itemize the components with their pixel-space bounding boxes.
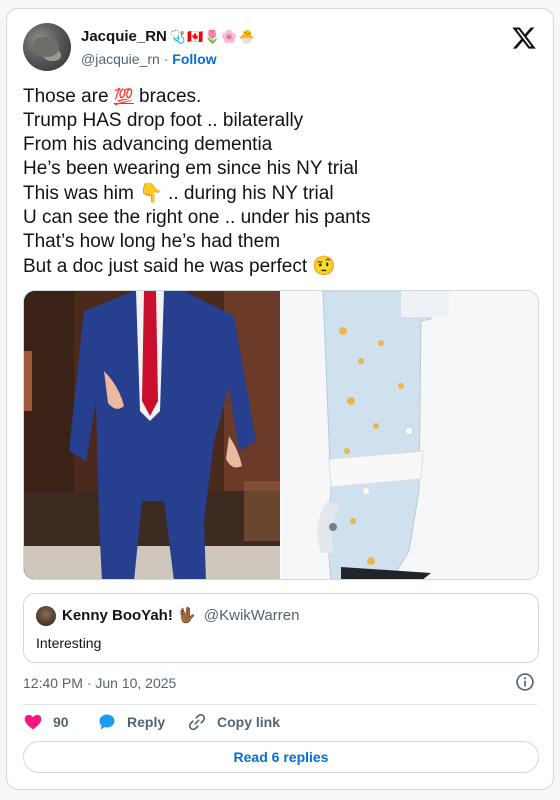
- tweet-line-text: That’s how long he’s had them: [23, 231, 281, 252]
- tweet-line: But a doc just said he was perfect 🤨: [23, 254, 539, 279]
- author-display-name[interactable]: Jacquie_RN 🩺🇨🇦🌷🌸🐣: [81, 27, 256, 47]
- brace-illustration: [281, 291, 538, 579]
- reply-bubble-icon: [99, 714, 115, 730]
- tweet-line-text: From his advancing dementia: [23, 134, 273, 155]
- quote-avatar[interactable]: [36, 606, 56, 626]
- handle-separator: ·: [163, 51, 169, 67]
- x-logo-icon[interactable]: [511, 25, 537, 51]
- author-name-emojis: 🩺🇨🇦🌷🌸🐣: [169, 29, 256, 44]
- author-handle[interactable]: @jacquie_rn: [81, 51, 160, 67]
- tweet-line: That’s how long he’s had them: [23, 230, 539, 254]
- tweet-line-text: He’s been wearing em since his NY trial: [23, 158, 359, 179]
- copy-link-button[interactable]: Copy link: [187, 709, 280, 735]
- tweet-line: He’s been wearing em since his NY trial: [23, 157, 539, 181]
- quote-author-handle[interactable]: @KwikWarren: [204, 607, 300, 624]
- author-name-text[interactable]: Jacquie_RN: [81, 28, 167, 45]
- read-replies-button[interactable]: Read 6 replies: [23, 741, 539, 773]
- tweet-line: From his advancing dementia: [23, 133, 539, 157]
- divider-line: [23, 704, 537, 705]
- info-icon[interactable]: [515, 672, 535, 692]
- tweet-line-text: Those are: [23, 86, 114, 107]
- raised-eyebrow-face-icon: 🤨: [312, 255, 337, 277]
- quote-author[interactable]: Kenny BooYah! 🖖🏾 @KwikWarren: [62, 607, 299, 625]
- tweet-line-text: U can see the right one .. under his pan…: [23, 207, 371, 228]
- like-button[interactable]: 90: [23, 709, 69, 735]
- follow-button[interactable]: Follow: [172, 51, 216, 67]
- reply-label: Reply: [127, 714, 166, 730]
- quote-text: Interesting: [36, 635, 102, 651]
- pointing-down-icon: 👇: [139, 182, 163, 204]
- tweet-text: Those are 💯 braces. Trump HAS drop foot .…: [23, 85, 539, 279]
- tweet-line-text: .. during his NY trial: [162, 183, 334, 204]
- tweet-line-text: This was him: [23, 183, 140, 204]
- photo-illustration: [24, 291, 280, 579]
- quote-author-name[interactable]: Kenny BooYah!: [62, 607, 173, 624]
- author-names: Jacquie_RN 🩺🇨🇦🌷🌸🐣 @jacquie_rn · Follow: [81, 27, 256, 69]
- media-photo-brace[interactable]: [281, 291, 538, 579]
- tweet-line-text: braces.: [133, 86, 202, 107]
- heart-icon: [24, 714, 42, 730]
- quoted-tweet[interactable]: Kenny BooYah! 🖖🏾 @KwikWarren Interesting: [23, 593, 539, 663]
- media-photo-trump[interactable]: [24, 291, 280, 579]
- tweet-line: This was him 👇 .. during his NY trial: [23, 181, 539, 206]
- tweet-line: U can see the right one .. under his pan…: [23, 206, 539, 230]
- tweet-line: Trump HAS drop foot .. bilaterally: [23, 109, 539, 133]
- like-count: 90: [53, 714, 69, 730]
- reply-button[interactable]: Reply: [97, 709, 165, 735]
- hundred-points-icon: 💯: [113, 87, 134, 106]
- tweet-card: Jacquie_RN 🩺🇨🇦🌷🌸🐣 @jacquie_rn · Follow Th…: [6, 8, 554, 790]
- link-icon: [188, 713, 206, 731]
- author-avatar[interactable]: [23, 23, 71, 71]
- quote-author-emoji: 🖖🏾: [177, 607, 196, 624]
- tweet-line: Those are 💯 braces.: [23, 85, 539, 109]
- tweet-line-text: But a doc just said he was perfect: [23, 256, 313, 277]
- tweet-header: Jacquie_RN 🩺🇨🇦🌷🌸🐣 @jacquie_rn · Follow: [23, 23, 537, 73]
- copy-link-label: Copy link: [217, 714, 281, 730]
- tweet-line-text: Trump HAS drop foot .. bilaterally: [23, 110, 304, 131]
- tweet-timestamp[interactable]: 12:40 PM · Jun 10, 2025: [23, 673, 176, 693]
- author-handle-line: @jacquie_rn · Follow: [81, 49, 256, 69]
- tweet-media[interactable]: [23, 290, 539, 580]
